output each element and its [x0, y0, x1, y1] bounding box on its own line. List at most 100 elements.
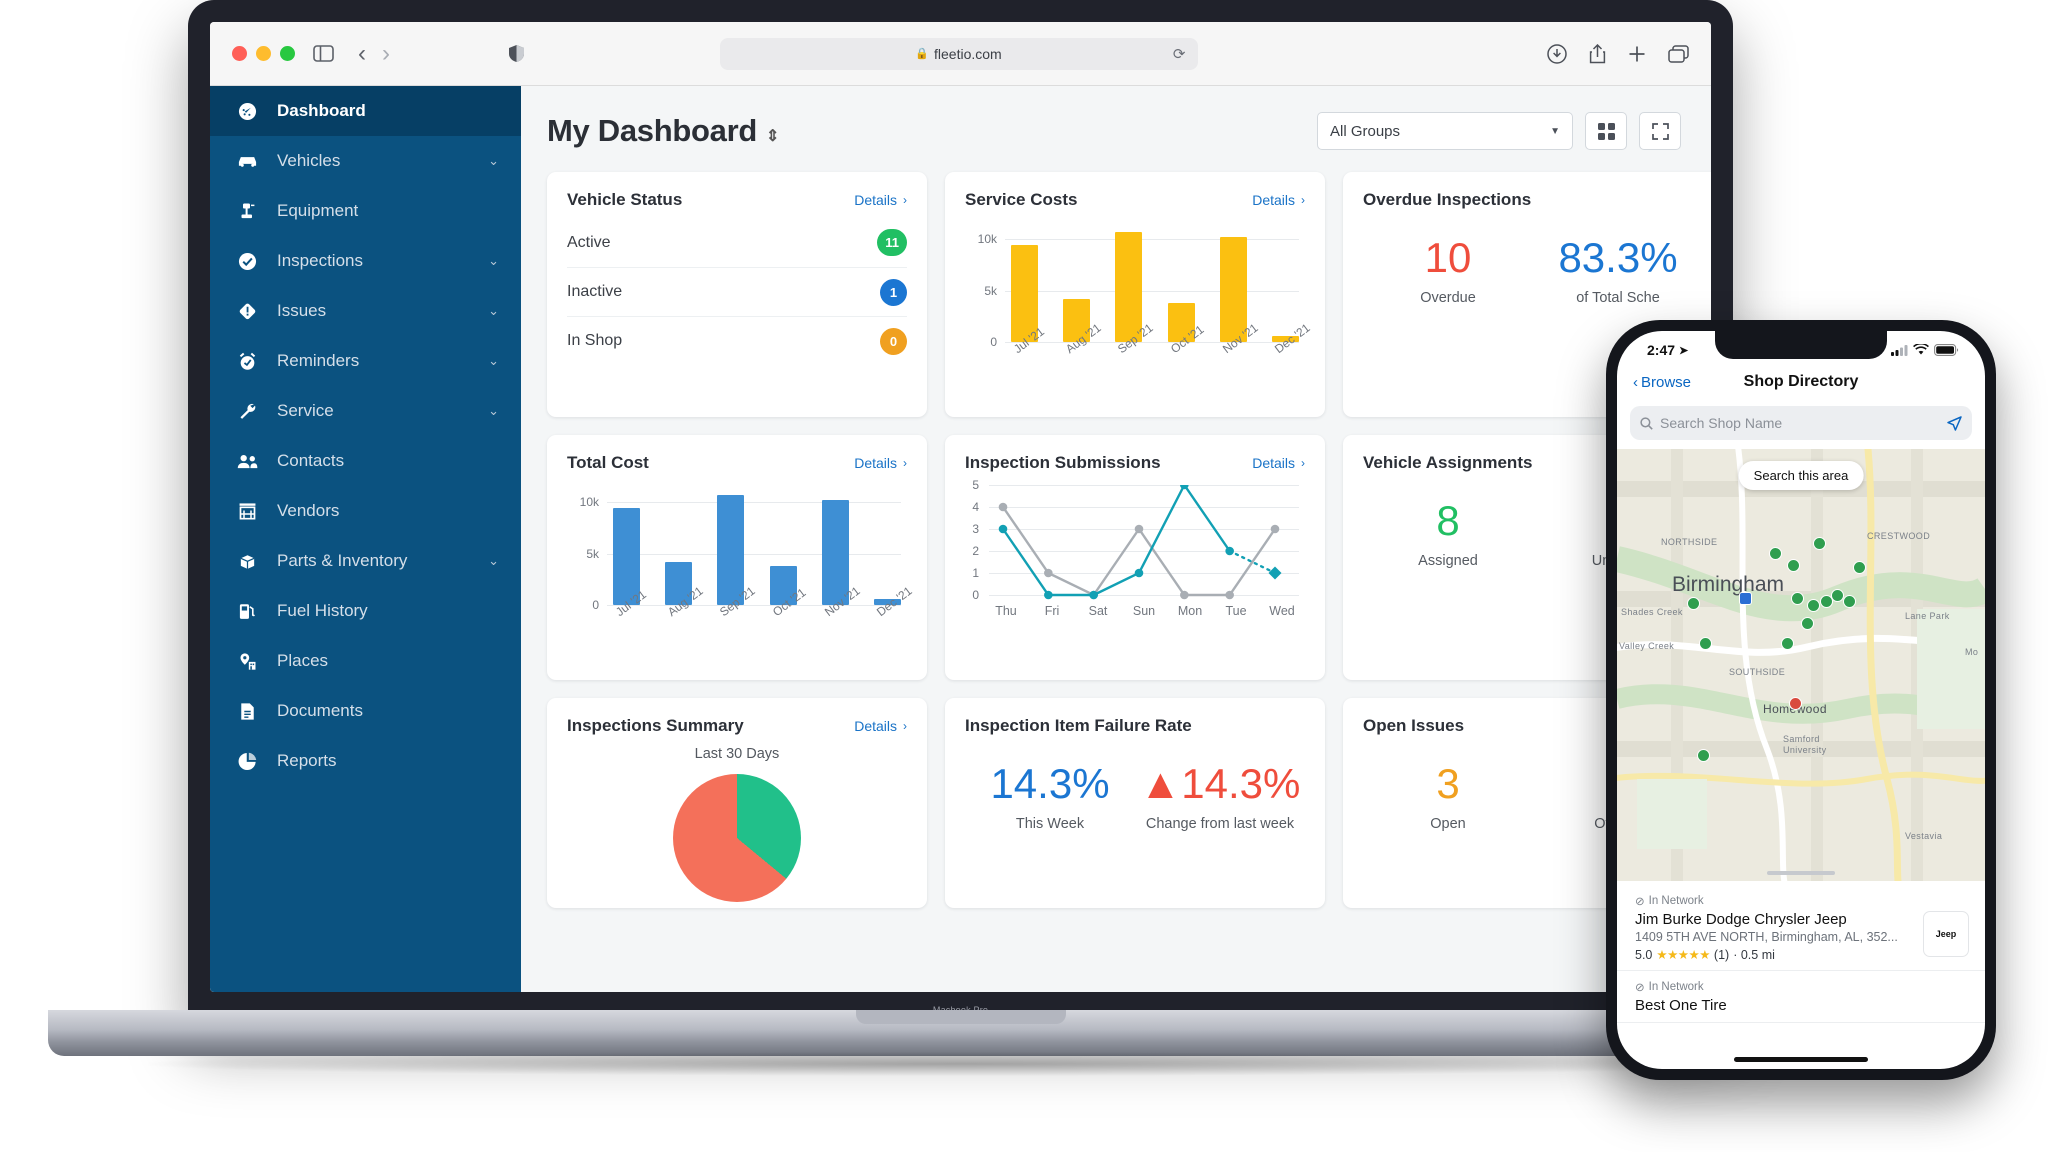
home-indicator: [1734, 1057, 1868, 1062]
share-icon[interactable]: [1589, 43, 1606, 64]
kpi-value: 8: [1363, 498, 1533, 543]
map-pin[interactable]: [1697, 749, 1710, 762]
privacy-shield-icon[interactable]: [508, 44, 525, 63]
sidebar-item-places[interactable]: Places: [210, 636, 521, 686]
address-bar[interactable]: 🔒 fleetio.com ⟳: [719, 37, 1198, 70]
map-pin[interactable]: [1807, 599, 1820, 612]
card-inspection-submissions: Inspection Submissions Details › 543210T…: [945, 435, 1325, 680]
chevron-down-icon[interactable]: ⌄: [488, 153, 499, 169]
alarm-clock-icon: [234, 352, 260, 371]
status-label: In Shop: [567, 332, 623, 349]
card-total-cost: Total Cost Details › 10k 5k 0 Jul '21 Aug '2…: [547, 435, 927, 680]
map-marker-current[interactable]: [1739, 592, 1752, 605]
bars-group: [1011, 224, 1299, 342]
shop-list-item[interactable]: ⊘ In Network Jim Burke Dodge Chrysler Jeep…: [1617, 885, 1985, 971]
card-title: Inspection Item Failure Rate: [965, 716, 1192, 735]
sidebar-item-documents[interactable]: Documents: [210, 686, 521, 736]
chevron-down-icon[interactable]: ⌄: [488, 353, 499, 369]
sidebar-item-vehicles[interactable]: Vehicles ⌄: [210, 136, 521, 186]
fullscreen-button[interactable]: [1639, 112, 1681, 150]
card-header: Total Cost Details ›: [567, 453, 907, 473]
search-placeholder: Search Shop Name: [1660, 415, 1783, 431]
sidebar-item-contacts[interactable]: Contacts: [210, 436, 521, 486]
sidebar-item-reminders[interactable]: Reminders ⌄: [210, 336, 521, 386]
shop-list-item[interactable]: ⊘ In Network Best One Tire: [1617, 971, 1985, 1023]
status-badge: 1: [880, 278, 907, 306]
vehicle-status-row[interactable]: Active 11: [567, 218, 907, 267]
details-link[interactable]: Details ›: [1252, 455, 1305, 471]
chevron-right-icon: ›: [1301, 193, 1305, 207]
search-this-area-button[interactable]: Search this area: [1738, 461, 1864, 490]
sidebar-item-service[interactable]: Service ⌄: [210, 386, 521, 436]
shop-list: ⊘ In Network Jim Burke Dodge Chrysler Jeep…: [1617, 881, 1985, 1023]
map-pin[interactable]: [1781, 637, 1794, 650]
sidebar-item-inspections[interactable]: Inspections ⌄: [210, 236, 521, 286]
sidebar-item-reports[interactable]: Reports: [210, 736, 521, 786]
map-pin[interactable]: [1853, 561, 1866, 574]
x-tick-label: Sun: [1132, 604, 1156, 618]
map-pin[interactable]: [1687, 597, 1700, 610]
chevron-down-icon[interactable]: ⌄: [488, 403, 499, 419]
bar[interactable]: [1115, 232, 1143, 342]
shop-distance: · 0.5 mi: [1733, 947, 1775, 962]
chevron-down-icon[interactable]: ⌄: [488, 303, 499, 319]
back-chevron-icon[interactable]: ‹: [358, 41, 366, 66]
chevron-down-icon[interactable]: ⌄: [488, 253, 499, 269]
kpi-metric: ▲14.3% Change from last week: [1135, 761, 1305, 834]
x-tick-label: Wed: [1269, 604, 1295, 618]
status-badge: 11: [877, 229, 907, 256]
y-tick-label: 5k: [586, 546, 599, 561]
header-controls: All Groups ▼: [1317, 112, 1681, 150]
map-pin[interactable]: [1791, 592, 1804, 605]
bars-group: [613, 487, 901, 605]
download-icon[interactable]: [1547, 43, 1567, 64]
minimize-window-button[interactable]: [256, 46, 271, 61]
service-costs-chart: 10k 5k 0 Jul '21 Aug '21 Sep '21 Oct '21 Nov '2…: [965, 224, 1313, 385]
shop-search-input[interactable]: Search Shop Name: [1630, 406, 1972, 440]
sidebar-item-issues[interactable]: Issues ⌄: [210, 286, 521, 336]
map-pin[interactable]: [1813, 537, 1826, 550]
details-link[interactable]: Details ›: [854, 455, 907, 471]
forward-chevron-icon[interactable]: ›: [382, 41, 390, 66]
map-pin[interactable]: [1769, 547, 1782, 560]
map-label-lane-park: Lane Park: [1905, 611, 1950, 621]
reload-icon[interactable]: ⟳: [1173, 45, 1186, 63]
details-link[interactable]: Details ›: [854, 718, 907, 734]
sidebar-item-dashboard[interactable]: Dashboard: [210, 86, 521, 136]
window-controls[interactable]: [232, 46, 295, 61]
vehicle-status-row[interactable]: Inactive 1: [567, 267, 907, 316]
map-label-crestwood: CRESTWOOD: [1867, 531, 1931, 541]
locate-arrow-icon[interactable]: [1947, 415, 1962, 431]
tabs-icon[interactable]: [1668, 44, 1689, 63]
x-axis-labels: Jul '21 Aug '21 Sep '21 Oct '21 Nov '21 Dec '…: [613, 584, 915, 648]
details-link[interactable]: Details ›: [854, 192, 907, 208]
grid-view-button[interactable]: [1585, 112, 1627, 150]
maximize-window-button[interactable]: [280, 46, 295, 61]
sidebar-item-label: Vehicles: [277, 151, 341, 170]
group-filter-value: All Groups: [1330, 122, 1401, 140]
map-pin[interactable]: [1699, 637, 1712, 650]
status-time: 2:47: [1647, 342, 1676, 358]
map-pin[interactable]: [1801, 617, 1814, 630]
shop-map[interactable]: Search this area NORTHSIDE CRESTWOOD Bir…: [1617, 449, 1985, 881]
chevron-down-icon[interactable]: ⌄: [488, 553, 499, 569]
map-pin-selected[interactable]: [1789, 697, 1802, 710]
sort-updown-icon[interactable]: ⇕: [766, 129, 779, 145]
sidebar-item-equipment[interactable]: Equipment: [210, 186, 521, 236]
sidebar-item-parts-inventory[interactable]: Parts & Inventory ⌄: [210, 536, 521, 586]
close-window-button[interactable]: [232, 46, 247, 61]
sidebar-toggle-icon[interactable]: [313, 45, 334, 62]
sidebar-item-fuel-history[interactable]: Fuel History: [210, 586, 521, 636]
bar[interactable]: [717, 495, 745, 605]
sheet-grabber[interactable]: [1767, 871, 1835, 875]
sidebar-item-vendors[interactable]: Vendors: [210, 486, 521, 536]
details-link[interactable]: Details ›: [1252, 192, 1305, 208]
browser-actions[interactable]: [1547, 43, 1689, 64]
card-header: Inspection Submissions Details ›: [965, 453, 1305, 473]
map-pin[interactable]: [1787, 559, 1800, 572]
plus-icon[interactable]: [1628, 45, 1646, 63]
nav-buttons[interactable]: ‹ ›: [358, 41, 390, 66]
map-pin[interactable]: [1843, 595, 1856, 608]
vehicle-status-row[interactable]: In Shop 0: [567, 316, 907, 365]
group-filter-select[interactable]: All Groups ▼: [1317, 112, 1573, 150]
